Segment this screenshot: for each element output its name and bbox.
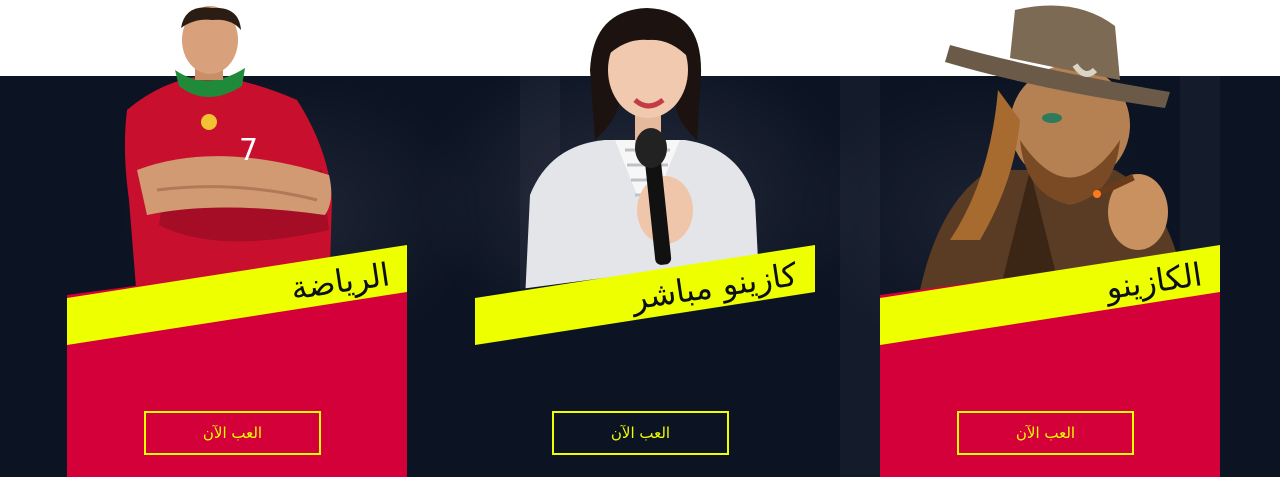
play-now-button[interactable]: العب الآن xyxy=(552,411,729,455)
svg-text:7: 7 xyxy=(239,133,258,168)
category-card-sports[interactable]: 7 الرياضة العب الآن xyxy=(67,0,407,477)
backdrop-pillar xyxy=(840,76,880,477)
play-now-button[interactable]: العب الآن xyxy=(144,411,321,455)
category-card-casino[interactable]: الكازينو العب الآن xyxy=(880,0,1220,477)
play-now-button[interactable]: العب الآن xyxy=(957,411,1134,455)
category-card-live-casino[interactable]: كازينو مباشر العب الآن xyxy=(475,0,815,477)
